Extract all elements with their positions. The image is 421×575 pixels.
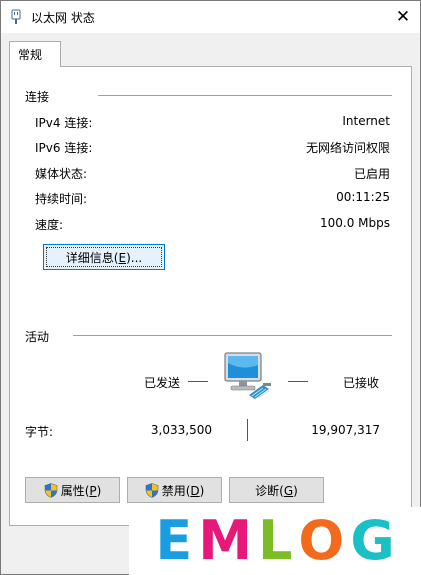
logo-letter-e: E <box>155 509 193 572</box>
emlog-watermark-logo: E M L O G <box>129 507 421 575</box>
media-state-value: 已启用 <box>353 167 390 181</box>
properties-button[interactable]: 属性(P) <box>25 477 120 503</box>
logo-letter-g: G <box>350 509 395 572</box>
logo-letter-l: L <box>257 509 293 572</box>
network-computer-icon <box>224 352 271 399</box>
speed-value: 100.0 Mbps <box>319 216 390 230</box>
network-adapter-icon <box>11 9 21 24</box>
logo-letter-o: O <box>298 509 345 572</box>
received-dash <box>288 381 308 382</box>
received-label: 已接收 <box>343 376 380 390</box>
tab-general-label: 常规 <box>18 48 43 62</box>
logo-letter-m: M <box>198 509 252 572</box>
general-panel <box>9 66 412 526</box>
close-icon: ✕ <box>395 6 411 27</box>
ipv4-value: Internet <box>342 114 390 128</box>
connection-heading: 连接 <box>25 90 50 104</box>
bytes-sent-value: 3,033,500 <box>150 423 212 437</box>
media-state-label: 媒体状态: <box>35 167 88 181</box>
ipv4-label: IPv4 连接: <box>35 116 93 130</box>
bytes-received-value: 19,907,317 <box>311 423 380 437</box>
duration-value: 00:11:25 <box>336 190 390 204</box>
activity-heading: 活动 <box>25 330 50 344</box>
ipv6-label: IPv6 连接: <box>35 141 93 155</box>
activity-divider <box>73 335 392 336</box>
sent-label: 已发送 <box>144 376 181 390</box>
speed-label: 速度: <box>35 218 64 232</box>
bytes-label: 字节: <box>25 425 54 439</box>
close-button[interactable]: ✕ <box>386 1 420 33</box>
ethernet-status-window: 以太网 状态 ✕ 常规 连接 IPv4 连接: Internet IPv6 连接… <box>0 0 421 575</box>
duration-label: 持续时间: <box>35 192 88 206</box>
title-bar: 以太网 状态 ✕ <box>1 1 420 33</box>
ipv6-value: 无网络访问权限 <box>305 141 390 155</box>
details-button[interactable]: 详细信息(E)... <box>43 244 165 270</box>
diagnose-button[interactable]: 诊断(G) <box>229 477 324 503</box>
uac-shield-icon <box>44 482 57 498</box>
bytes-separator <box>247 419 248 441</box>
disable-button[interactable]: 禁用(D) <box>127 477 222 503</box>
window-title: 以太网 状态 <box>31 11 95 25</box>
sent-dash <box>188 381 208 382</box>
uac-shield-icon <box>145 482 158 498</box>
tab-general[interactable]: 常规 <box>9 41 61 67</box>
connection-divider <box>98 95 392 96</box>
